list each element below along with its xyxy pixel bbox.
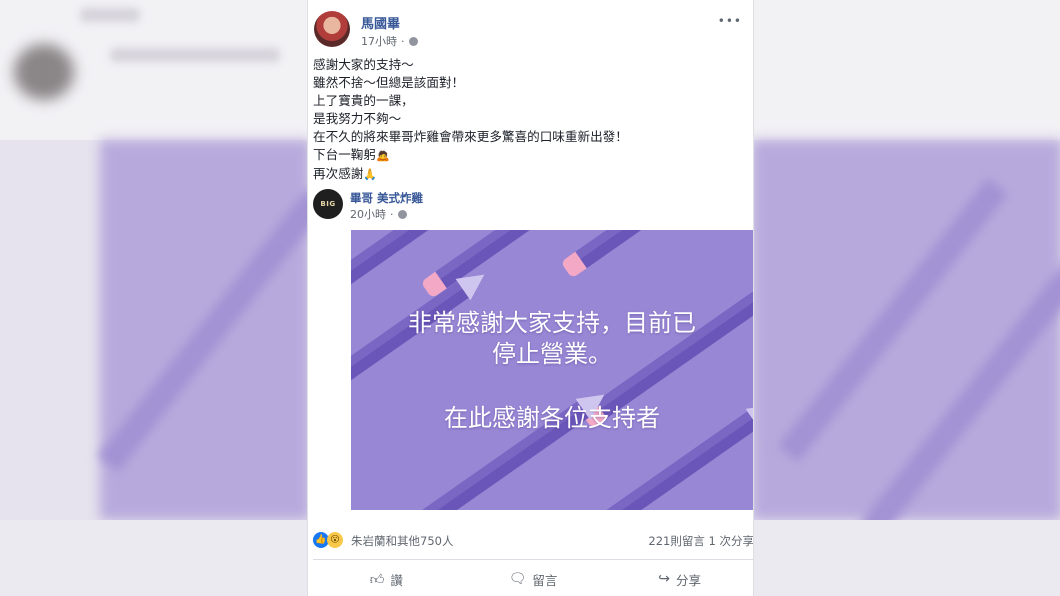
bow-emoji: 🙇 (375, 149, 390, 162)
more-icon[interactable]: ••• (718, 14, 742, 28)
post-line: 雖然不捨～但總是該面對！ (313, 75, 465, 90)
page-name[interactable]: 畢哥 美式炸雞 (350, 190, 423, 206)
post-line-group: 再次感謝🙏 (313, 165, 743, 184)
share-icon: ↪ (658, 571, 671, 587)
shared-image[interactable] (351, 230, 753, 510)
image-text-line: 在此感謝各位支持者 (444, 404, 660, 432)
globe-icon (397, 209, 407, 219)
globe-icon (408, 36, 418, 46)
divider (313, 559, 753, 560)
shared-post-time[interactable]: 20小時 (350, 206, 386, 222)
post-line: 是我努力不夠～ (313, 111, 402, 126)
reactions-count[interactable]: 朱岩蘭和其他750人 (351, 533, 453, 549)
wow-reaction-icon: 😮 (327, 532, 343, 548)
shared-post-meta: 20小時 · (350, 206, 407, 222)
post-time[interactable]: 17小時 (361, 33, 397, 49)
background-text-blur (80, 8, 140, 22)
author-avatar[interactable] (314, 11, 350, 47)
share-label: 分享 (676, 572, 702, 588)
post-line: 再次感謝 (313, 166, 364, 181)
post-line: 上了寶貴的一課， (313, 93, 414, 108)
comments-shares-count[interactable]: 221則留言 1 次分享 (648, 533, 753, 549)
post-header: 馬國畢 17小時 · ••• (314, 11, 744, 51)
action-bar: 👍︎ 讚 🗨︎ 留言 ↪ 分享 (313, 566, 753, 592)
reaction-icons[interactable]: 👍 😮 (313, 532, 343, 548)
comment-icon: 🗨︎ (508, 571, 527, 587)
post-line: 感謝大家的支持～ (313, 57, 414, 72)
thumbs-up-icon: 👍︎ (369, 571, 385, 588)
comment-label: 留言 (532, 572, 558, 588)
post-line: 下台一鞠躬 (313, 147, 376, 162)
author-name[interactable]: 馬國畢 (361, 13, 400, 32)
image-text-line: 非常感謝大家支持，目前已 (408, 309, 696, 337)
shared-post-header: BIG 畢哥 美式炸雞 20小時 · (313, 188, 743, 224)
image-text-line: 停止營業。 (492, 340, 612, 368)
post-line: 在不久的將來畢哥炸雞會帶來更多驚喜的口味重新出發！ (313, 129, 628, 144)
post-text: 感謝大家的支持～ 雖然不捨～但總是該面對！ 上了寶貴的一課， 是我努力不夠～ 在… (313, 56, 743, 184)
pray-emoji: 🙏 (363, 168, 378, 181)
share-button[interactable]: ↪ 分享 (606, 566, 753, 592)
post-meta: 17小時 · (361, 33, 418, 49)
post-card: 馬國畢 17小時 · ••• 感謝大家的支持～ 雖然不捨～但總是該面對！ 上了寶… (307, 0, 754, 596)
background-text-blur (110, 48, 280, 62)
background-avatar (14, 44, 74, 100)
reactions-bar: 👍 😮 朱岩蘭和其他750人 221則留言 1 次分享 (313, 531, 753, 551)
like-button[interactable]: 👍︎ 讚 (313, 566, 460, 592)
post-line-group: 下台一鞠躬🙇 (313, 146, 743, 165)
pencil-illustration (560, 230, 753, 279)
comment-button[interactable]: 🗨︎ 留言 (460, 566, 607, 592)
like-label: 讚 (390, 572, 403, 588)
page-avatar[interactable]: BIG (313, 189, 343, 219)
